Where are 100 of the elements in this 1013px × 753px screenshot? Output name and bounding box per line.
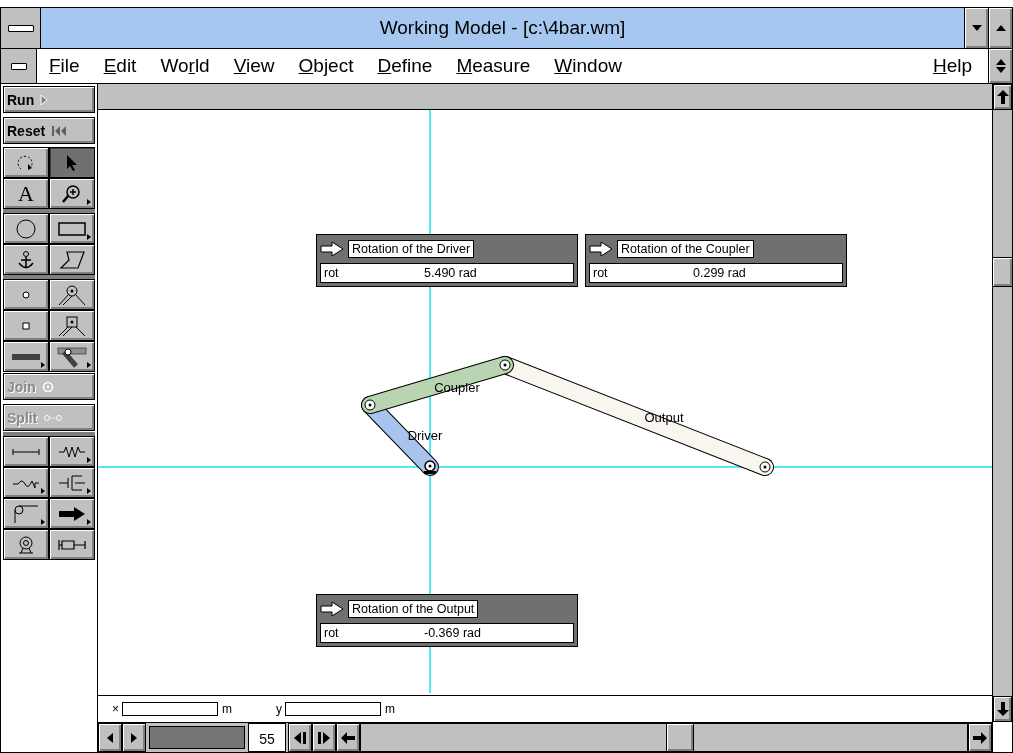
arrow-icon bbox=[58, 505, 86, 522]
square-point-icon bbox=[22, 321, 30, 330]
tool-button[interactable] bbox=[3, 436, 49, 467]
anchor-icon bbox=[17, 249, 35, 270]
tool-button[interactable] bbox=[49, 213, 95, 244]
coordinate-label: × bbox=[112, 702, 119, 716]
up-triangle-icon bbox=[995, 25, 1006, 31]
tool-button[interactable] bbox=[49, 529, 95, 560]
point-icon bbox=[22, 290, 30, 299]
down-arrow-icon bbox=[996, 702, 1009, 716]
scroll-left-button[interactable] bbox=[336, 723, 360, 752]
tool-button[interactable] bbox=[3, 213, 49, 244]
meter-field-label: rot bbox=[324, 266, 340, 280]
up-down-triangles-icon bbox=[995, 59, 1006, 73]
right-triangle-icon bbox=[131, 732, 137, 743]
menu-item[interactable]: Help bbox=[920, 55, 988, 77]
motor-icon bbox=[16, 534, 36, 555]
vertical-scrollbar[interactable] bbox=[993, 110, 1012, 696]
tool-button[interactable] bbox=[49, 341, 95, 372]
meter-value: 0.299 rad bbox=[693, 266, 746, 280]
arrow-icon bbox=[589, 241, 613, 257]
left-triangle-icon bbox=[107, 732, 113, 743]
tape-slider[interactable] bbox=[149, 726, 245, 749]
tool-button[interactable] bbox=[3, 498, 49, 529]
step-forward-icon bbox=[318, 731, 330, 744]
play-backward-button[interactable] bbox=[98, 723, 122, 752]
pin-joint bbox=[364, 399, 376, 411]
tool-button[interactable] bbox=[49, 436, 95, 467]
tool-button[interactable] bbox=[3, 244, 49, 275]
scroll-right-button[interactable] bbox=[968, 723, 992, 752]
tool-button[interactable] bbox=[3, 341, 49, 372]
ground-pivot bbox=[424, 460, 436, 474]
arrow-icon bbox=[320, 601, 344, 617]
damper-icon bbox=[58, 474, 86, 491]
menu-item[interactable]: Window bbox=[542, 55, 634, 77]
tool-button[interactable] bbox=[3, 279, 49, 310]
tool-button[interactable] bbox=[3, 467, 49, 498]
tool-command-button[interactable]: Run bbox=[3, 86, 95, 113]
arrow-icon bbox=[320, 241, 344, 257]
meter-value: -0.369 rad bbox=[424, 626, 481, 640]
meter-value: 5.490 rad bbox=[424, 266, 477, 280]
menu-item[interactable]: Define bbox=[365, 55, 445, 77]
tool-button[interactable]: A bbox=[3, 178, 49, 209]
meter-field-label: rot bbox=[324, 626, 340, 640]
restore-button[interactable] bbox=[988, 49, 1012, 83]
tool-button[interactable] bbox=[49, 467, 95, 498]
joint-icon bbox=[41, 380, 54, 393]
pin-joint-icon bbox=[58, 283, 86, 306]
menu-item[interactable]: View bbox=[221, 55, 287, 77]
square-joint-icon bbox=[58, 314, 86, 337]
tool-button[interactable] bbox=[49, 178, 95, 209]
minimize-button[interactable] bbox=[964, 8, 988, 48]
tool-button[interactable] bbox=[49, 279, 95, 310]
coordinate-field[interactable] bbox=[285, 702, 381, 716]
unit-label: m bbox=[222, 702, 232, 716]
circle-icon bbox=[15, 217, 37, 240]
right-arrow-icon bbox=[973, 731, 987, 744]
rod-icon bbox=[12, 446, 40, 457]
step-forward-button[interactable] bbox=[312, 723, 336, 752]
up-arrow-icon bbox=[996, 90, 1009, 104]
tool-button[interactable] bbox=[3, 310, 49, 341]
unit-label: m bbox=[385, 702, 395, 716]
tool-button[interactable] bbox=[3, 147, 49, 178]
play-icon bbox=[40, 93, 49, 106]
tool-button[interactable] bbox=[49, 244, 95, 275]
menu-item[interactable]: Edit bbox=[91, 55, 149, 77]
spring-icon bbox=[58, 445, 86, 458]
pin-joint bbox=[499, 359, 511, 371]
menu-item[interactable]: File bbox=[37, 55, 92, 77]
scroll-down-button[interactable] bbox=[993, 696, 1012, 722]
menu-item[interactable]: World bbox=[148, 55, 222, 77]
down-triangle-icon bbox=[971, 25, 982, 31]
tool-button[interactable] bbox=[49, 310, 95, 341]
tool-button[interactable] bbox=[3, 529, 49, 560]
meter-window[interactable]: Rotation of the Driver rot 5.490 rad bbox=[316, 234, 578, 287]
split-joint-icon bbox=[43, 413, 64, 422]
menu-item[interactable]: Object bbox=[286, 55, 366, 77]
system-menu-button[interactable] bbox=[1, 8, 41, 48]
document-menu-button[interactable] bbox=[1, 49, 37, 83]
menu-item[interactable]: Measure bbox=[444, 55, 543, 77]
horizontal-scrollbar[interactable] bbox=[360, 723, 968, 752]
left-arrow-icon bbox=[341, 731, 355, 744]
play-forward-button[interactable] bbox=[122, 723, 146, 752]
maximize-button[interactable] bbox=[988, 8, 1012, 48]
coordinate-label: y bbox=[276, 702, 282, 716]
meter-window[interactable]: Rotation of the Output rot -0.369 rad bbox=[316, 594, 578, 647]
rectangle-icon bbox=[58, 221, 86, 236]
scroll-up-button[interactable] bbox=[993, 84, 1012, 110]
coordinate-field[interactable] bbox=[122, 702, 218, 716]
step-back-icon bbox=[294, 731, 306, 744]
polygon-icon bbox=[59, 250, 85, 269]
step-back-button[interactable] bbox=[288, 723, 312, 752]
pulley-icon bbox=[13, 503, 39, 524]
rewind-icon bbox=[51, 124, 68, 137]
tool-button[interactable] bbox=[49, 498, 95, 529]
pin-joint bbox=[759, 461, 771, 473]
meter-window[interactable]: Rotation of the Coupler rot 0.299 rad bbox=[585, 234, 847, 287]
meter-title: Rotation of the Driver bbox=[348, 240, 475, 258]
window-title: Working Model - [c:\4bar.wm] bbox=[41, 8, 964, 48]
tool-command-button[interactable]: Reset bbox=[3, 117, 95, 144]
